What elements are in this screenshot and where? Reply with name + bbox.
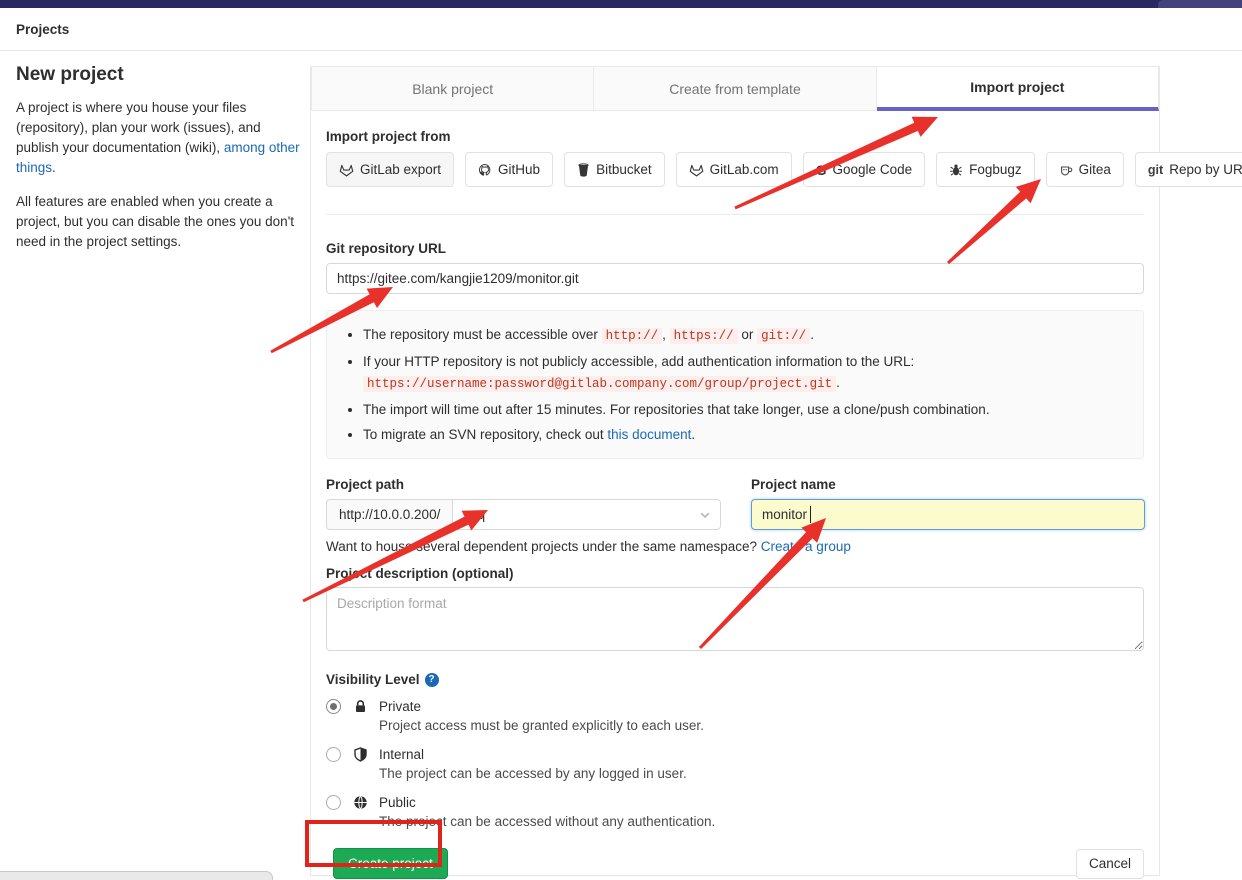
gitea-label: Gitea — [1079, 162, 1111, 177]
code-https: https:// — [670, 328, 738, 344]
help-icon[interactable]: ? — [425, 673, 439, 687]
repo-by-url-label: Repo by URL — [1169, 162, 1242, 177]
note-text: . — [836, 375, 840, 390]
shield-icon — [349, 747, 371, 762]
bug-icon — [949, 163, 963, 177]
path-name-row: Project path http://10.0.0.200/ zeq Proj… — [326, 477, 1144, 530]
gitlab-icon — [339, 163, 354, 177]
gitlab-export-label: GitLab export — [360, 162, 441, 177]
fogbugz-label: Fogbugz — [969, 162, 1022, 177]
note-protocols: The repository must be accessible over h… — [363, 325, 1127, 346]
navbar-active-item — [1158, 0, 1242, 8]
bitbucket-label: Bitbucket — [596, 162, 652, 177]
visibility-option-private: Private Project access must be granted e… — [326, 699, 1144, 735]
top-navbar — [0, 0, 1242, 8]
internal-label: Internal — [379, 747, 1144, 762]
gitlab-com-label: GitLab.com — [710, 162, 779, 177]
fogbugz-button[interactable]: Fogbugz — [936, 152, 1035, 187]
form-actions: Create project Cancel — [326, 848, 1144, 879]
gitlab-com-button[interactable]: GitLab.com — [676, 152, 792, 187]
sidebar-intro: A project is where you house your files … — [16, 98, 300, 178]
project-path-label: Project path — [326, 477, 721, 492]
private-label: Private — [379, 699, 1144, 714]
git-repo-url-label: Git repository URL — [326, 241, 1144, 256]
sidebar-features-note: All features are enabled when you create… — [16, 192, 300, 252]
private-description: Project access must be granted explicitl… — [379, 717, 1144, 735]
visibility-level-label: Visibility Level ? — [326, 672, 1144, 687]
create-a-group-link[interactable]: Create a group — [761, 539, 851, 554]
gitea-cup-icon — [1059, 163, 1073, 177]
breadcrumb-bar: Projects — [0, 8, 1242, 51]
gitea-button[interactable]: Gitea — [1046, 152, 1124, 187]
google-code-button[interactable]: G Google Code — [803, 152, 925, 187]
tab-create-from-template[interactable]: Create from template — [594, 66, 876, 111]
github-label: GitHub — [498, 162, 540, 177]
visibility-label-text: Visibility Level — [326, 672, 420, 687]
cancel-button[interactable]: Cancel — [1076, 849, 1144, 879]
import-project-form: Import project from GitLab export GitHub… — [311, 129, 1159, 879]
project-type-tabs: Blank project Create from template Impor… — [311, 66, 1159, 111]
note-text: or — [738, 327, 758, 342]
visibility-option-public: Public The project can be accessed witho… — [326, 795, 1144, 831]
public-label: Public — [379, 795, 1144, 810]
note-text: . — [691, 427, 695, 442]
internal-radio[interactable] — [326, 747, 341, 762]
project-description-label: Project description (optional) — [326, 566, 1144, 581]
repo-by-url-button[interactable]: git Repo by URL — [1135, 152, 1242, 187]
import-from-label: Import project from — [326, 129, 1144, 144]
divider — [326, 214, 1144, 215]
page-title: New project — [16, 64, 300, 86]
namespace-hint: Want to house several dependent projects… — [326, 539, 1144, 554]
import-notes-well: The repository must be accessible over h… — [326, 310, 1144, 459]
note-text: . — [810, 327, 814, 342]
code-git: git:// — [757, 328, 810, 344]
google-g-icon: G — [816, 162, 827, 178]
this-document-link[interactable]: this document — [607, 427, 691, 442]
public-radio[interactable] — [326, 795, 341, 810]
note-text: , — [662, 327, 670, 342]
code-http: http:// — [602, 328, 663, 344]
globe-icon — [349, 795, 371, 810]
project-name-field: Project name — [751, 477, 1145, 530]
note-svn: To migrate an SVN repository, check out … — [363, 425, 1127, 444]
internal-description: The project can be accessed by any logge… — [379, 765, 1144, 783]
text-cursor — [810, 506, 811, 523]
google-code-label: Google Code — [833, 162, 913, 177]
visibility-option-internal: Internal The project can be accessed by … — [326, 747, 1144, 783]
gitlab-export-button[interactable]: GitLab export — [326, 152, 454, 187]
namespace-value: zeq — [463, 507, 485, 522]
note-text: The repository must be accessible over — [363, 327, 602, 342]
create-project-button[interactable]: Create project — [333, 848, 448, 879]
project-path-prefix: http://10.0.0.200/ — [326, 499, 452, 530]
new-project-panel: Blank project Create from template Impor… — [310, 66, 1160, 876]
namespace-select[interactable]: zeq — [452, 499, 721, 530]
gitlab-icon — [689, 163, 704, 177]
note-timeout: The import will time out after 15 minute… — [363, 400, 1127, 419]
breadcrumb[interactable]: Projects — [16, 22, 69, 37]
lock-icon — [349, 699, 371, 714]
github-button[interactable]: GitHub — [465, 152, 553, 187]
public-description: The project can be accessed without any … — [379, 813, 1144, 831]
note-text: To migrate an SVN repository, check out — [363, 427, 607, 442]
note-text: If your HTTP repository is not publicly … — [363, 354, 914, 369]
project-description-textarea[interactable] — [326, 587, 1144, 651]
project-name-label: Project name — [751, 477, 1145, 492]
import-source-buttons: GitLab export GitHub Bitbucket GitLab.co… — [326, 152, 1144, 187]
git-logo-icon: git — [1148, 163, 1163, 177]
tab-import-project[interactable]: Import project — [877, 66, 1159, 111]
github-icon — [478, 163, 492, 177]
git-repo-url-input[interactable] — [326, 263, 1144, 294]
chevron-down-icon — [698, 508, 712, 522]
tab-blank-project[interactable]: Blank project — [311, 66, 594, 111]
note-auth: If your HTTP repository is not publicly … — [363, 352, 1127, 394]
code-auth-url: https://username:password@gitlab.company… — [363, 376, 836, 392]
browser-status-strip — [0, 871, 273, 880]
private-radio[interactable] — [326, 699, 341, 714]
sidebar-intro-period: . — [52, 160, 56, 175]
sidebar: New project A project is where you house… — [16, 64, 300, 266]
namespace-hint-text: Want to house several dependent projects… — [326, 539, 761, 554]
bitbucket-icon — [577, 163, 590, 177]
bitbucket-button[interactable]: Bitbucket — [564, 152, 665, 187]
project-path-field: Project path http://10.0.0.200/ zeq — [326, 477, 721, 530]
